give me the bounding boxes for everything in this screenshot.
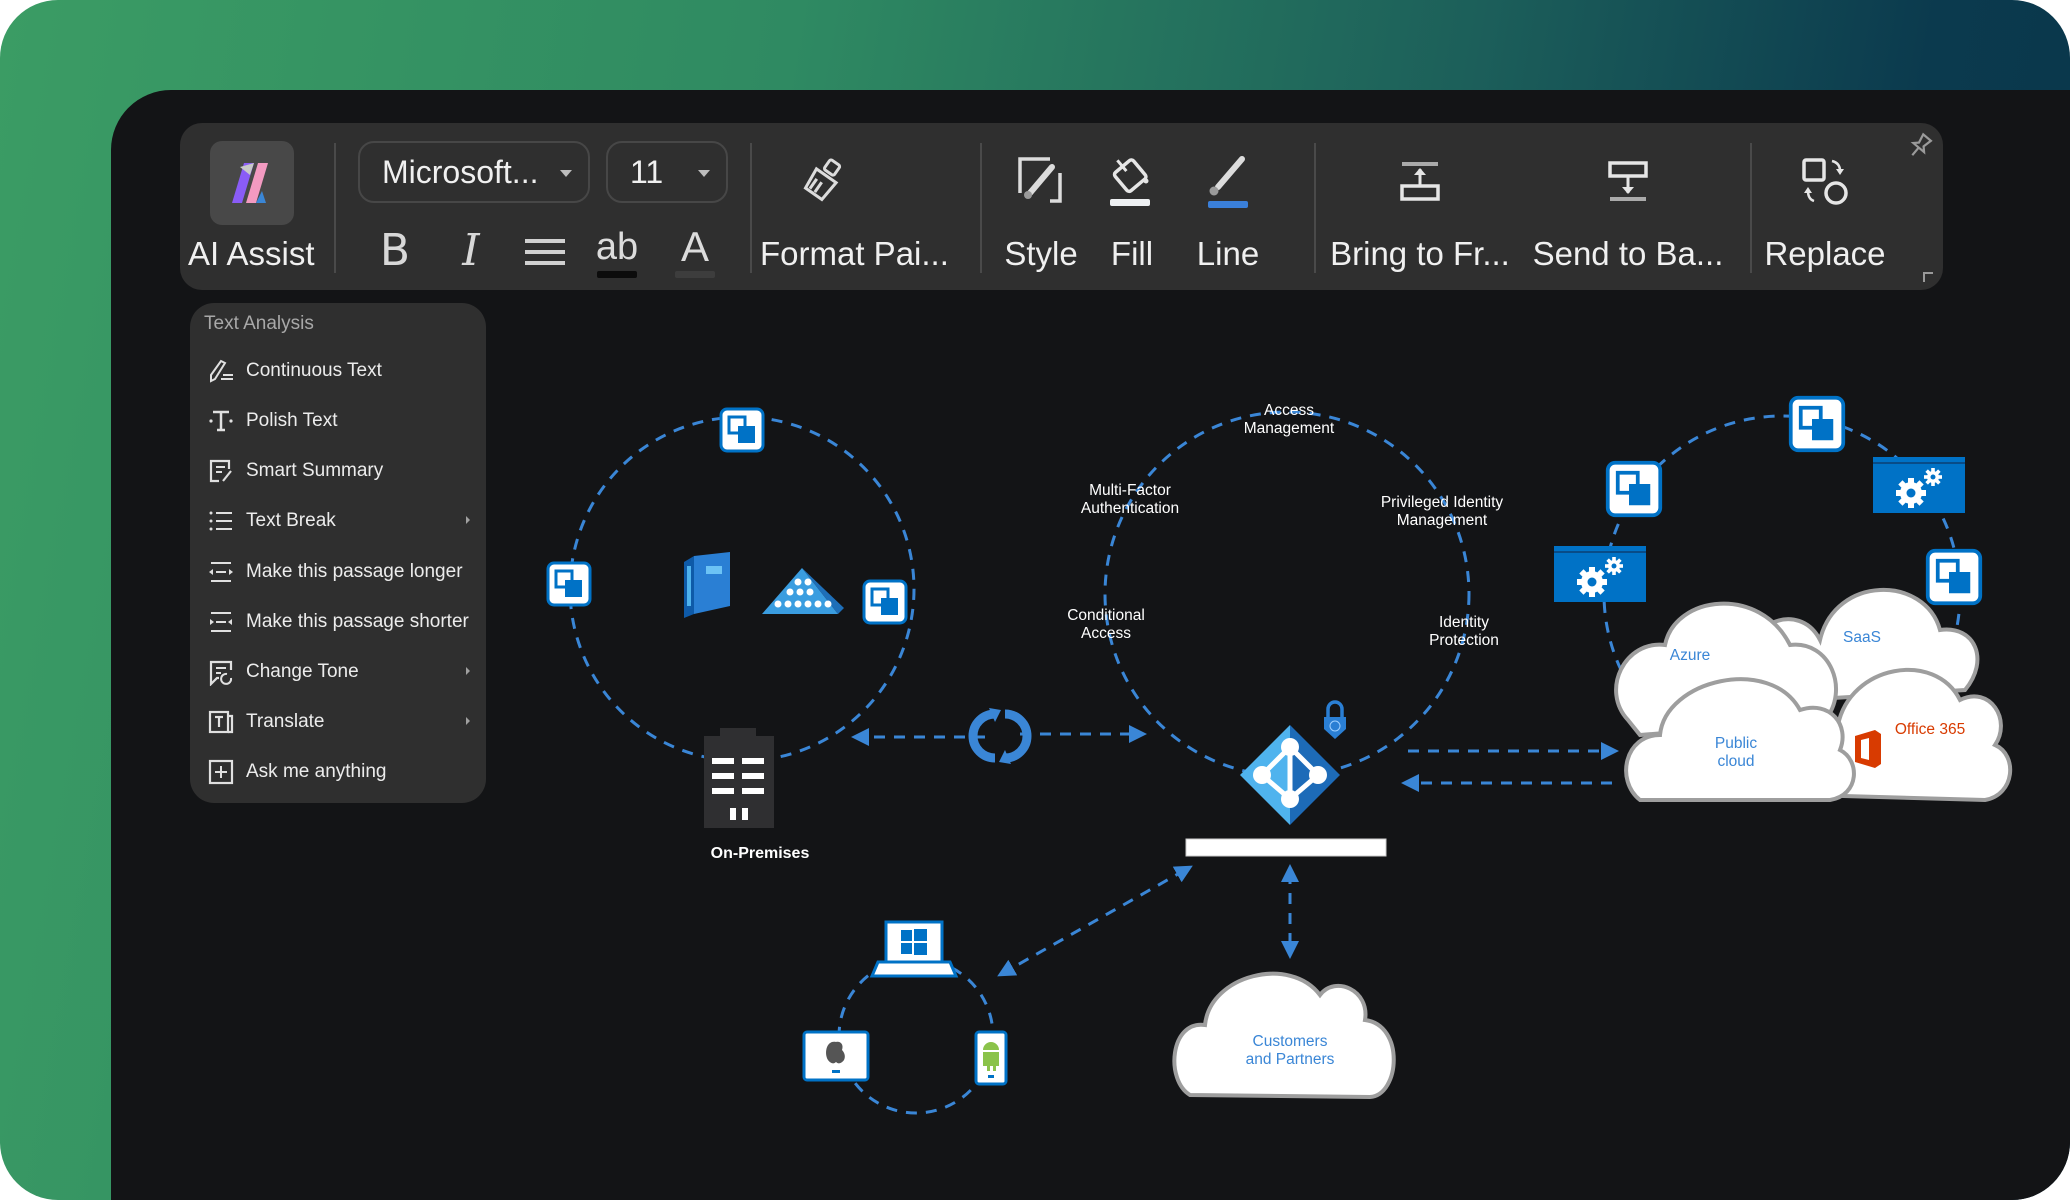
identity-ring xyxy=(1103,410,1471,778)
mfa-label: Multi-Factor Authentication xyxy=(1080,482,1180,517)
pim-label: Privileged Identity Management xyxy=(1380,494,1504,529)
office365-logo-icon xyxy=(1855,730,1881,768)
ad-pyramid-icon xyxy=(762,568,844,614)
gear-service-icon xyxy=(1872,456,1966,514)
public-cloud-label: Public cloud xyxy=(1714,735,1758,770)
on-premises-ring xyxy=(568,415,916,763)
customers-label: Customers and Partners xyxy=(1245,1033,1335,1068)
directory-book-icon xyxy=(684,552,730,618)
saas-label: SaaS xyxy=(1843,629,1881,646)
android-device-icon xyxy=(974,1030,1008,1086)
padlock-icon xyxy=(1324,700,1346,739)
identity-protection-label: Identity Protection xyxy=(1429,614,1499,649)
conditional-access-label: Conditional Access xyxy=(1067,607,1145,642)
windows-laptop-icon xyxy=(869,920,959,978)
building-icon xyxy=(704,728,774,828)
devices-connector xyxy=(997,865,1193,977)
mac-device-icon xyxy=(802,1030,870,1082)
office365-label: Office 365 xyxy=(1894,721,1966,738)
vm-icon xyxy=(1925,548,1983,606)
vm-icon xyxy=(1788,395,1846,453)
vm-icon xyxy=(1605,460,1663,518)
identity-label-bar xyxy=(1185,838,1387,857)
access-management-label: Access Management xyxy=(1243,402,1335,437)
vm-icon xyxy=(546,561,592,607)
architecture-diagram xyxy=(546,395,2013,1115)
gear-service-icon xyxy=(1553,545,1647,603)
azure-ad-icon xyxy=(1240,725,1340,825)
azure-label: Azure xyxy=(1669,647,1711,664)
vm-icon xyxy=(719,407,765,453)
vm-icon xyxy=(862,579,908,625)
on-premises-label: On-Premises xyxy=(710,845,810,862)
